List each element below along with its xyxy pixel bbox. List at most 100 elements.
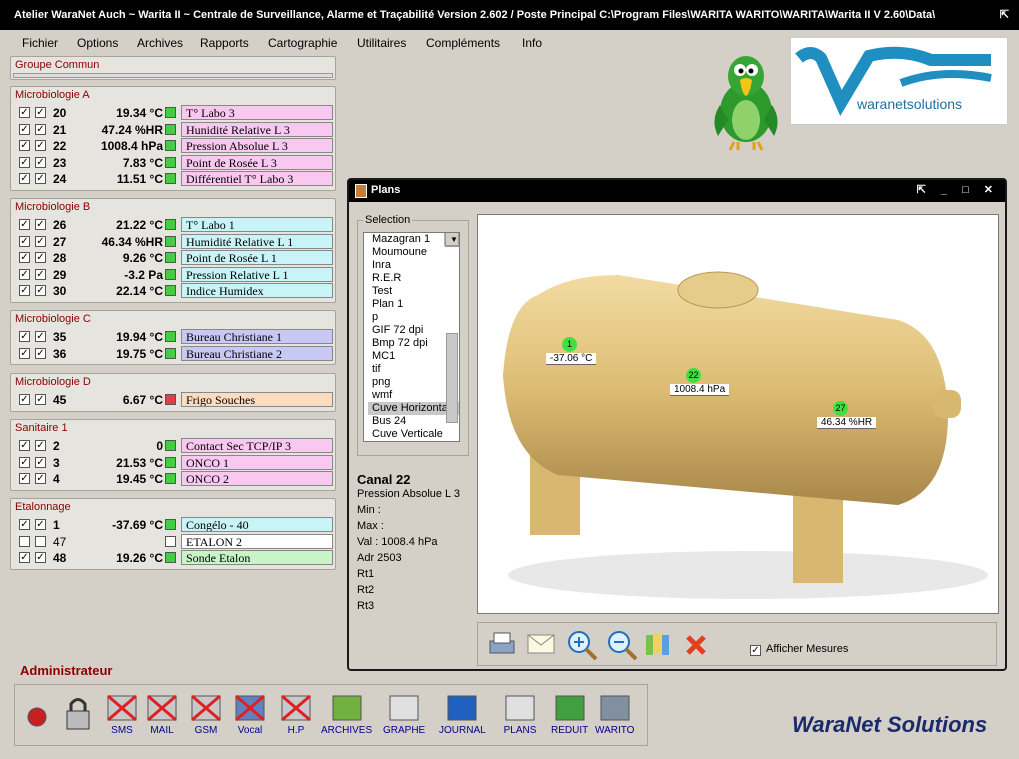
sensor-marker[interactable]: 1 [562,337,577,352]
toolbar-button-hp[interactable]: H.P [279,693,313,736]
menu-options[interactable]: Options [77,36,118,50]
enable-checkbox[interactable]: ✓ [19,173,30,185]
toolbar-button-mail[interactable]: MAIL [145,693,179,736]
alarm-checkbox[interactable]: ✓ [35,235,46,247]
sensor-label[interactable]: T° Labo 3 [181,105,333,120]
enable-checkbox[interactable]: ✓ [19,285,30,297]
sensor-label[interactable]: Point de Rosée L 3 [181,154,333,170]
enable-checkbox[interactable]: ✓ [19,440,30,451]
alarm-checkbox[interactable]: ✓ [35,456,46,468]
alarm-checkbox[interactable]: ✓ [35,156,46,168]
enable-checkbox[interactable]: ✓ [19,456,30,468]
mail-icon[interactable] [526,633,556,655]
padlock-icon[interactable] [63,695,93,731]
enable-checkbox[interactable]: ✓ [19,473,30,485]
menu-complements[interactable]: Compléments [426,36,500,50]
alarm-checkbox[interactable]: ✓ [35,173,46,185]
alarm-checkbox[interactable]: ✓ [35,473,46,485]
plan-list[interactable]: Mazagran 1 Moumoune Inra R.E.R Test Plan 1 p GI… [363,232,460,442]
resize-icon[interactable]: ⇱ [1000,8,1009,21]
enable-checkbox[interactable] [19,535,30,547]
plan-list-item[interactable]: p [368,311,459,324]
sensor-label[interactable]: Humidité Relative L 1 [181,233,333,249]
alarm-checkbox[interactable]: ✓ [35,123,46,135]
alarm-checkbox[interactable]: ✓ [35,285,46,297]
menu-fichier[interactable]: Fichier [22,36,58,50]
enable-checkbox[interactable]: ✓ [19,219,30,230]
menu-cartographie[interactable]: Cartographie [268,36,337,50]
sensor-label[interactable]: Bureau Christiane 2 [181,345,333,361]
plan-list-item[interactable]: R.E.R [368,272,459,285]
enable-checkbox[interactable]: ✓ [19,394,30,405]
zoom-out-icon[interactable] [606,629,638,661]
sensor-label[interactable]: ETALON 2 [181,533,333,549]
sensor-label[interactable]: Sonde Etalon [181,550,333,566]
enable-checkbox[interactable]: ✓ [19,140,30,152]
sensor-label[interactable]: Point de Rosée L 1 [181,250,333,266]
sensor-label[interactable]: Différentiel T° Labo 3 [181,171,333,187]
sensor-label[interactable]: ONCO 2 [181,471,333,487]
enable-checkbox[interactable]: ✓ [19,252,30,264]
enable-checkbox[interactable]: ✓ [19,268,30,280]
toolbar-button-reduit[interactable]: REDUIT [551,693,588,736]
menu-rapports[interactable]: Rapports [200,36,249,50]
toolbar-button-warito[interactable]: WARITO [595,693,634,736]
sensor-label[interactable]: Frigo Souches [181,392,333,407]
toolbar-button-journal[interactable]: JOURNAL [439,693,486,736]
toolbar-button-graphe[interactable]: GRAPHE [383,693,425,736]
show-measures-checkbox[interactable]: ✓ [750,645,761,656]
sensor-label[interactable]: Congélo - 40 [181,517,333,532]
plan-list-item[interactable]: Cuve Verticale [368,428,459,441]
enable-checkbox[interactable]: ✓ [19,107,30,118]
alarm-checkbox[interactable]: ✓ [35,140,46,152]
enable-checkbox[interactable]: ✓ [19,156,30,168]
alarm-checkbox[interactable] [35,535,46,547]
close-plan-icon[interactable] [684,633,708,657]
alarm-checkbox[interactable]: ✓ [35,268,46,280]
plans-window-controls[interactable]: ⇱ _ □ ✕ [917,183,999,196]
sensor-label[interactable]: Pression Absolue L 3 [181,138,333,154]
map-icon[interactable] [644,631,672,657]
alarm-checkbox[interactable]: ✓ [35,552,46,564]
sensor-label[interactable]: T° Labo 1 [181,217,333,232]
sensor-marker[interactable]: 27 [833,401,848,416]
alarm-checkbox[interactable]: ✓ [35,107,46,118]
toolbar-button-vocal[interactable]: Vocal [233,693,267,736]
toolbar-button-gsm[interactable]: GSM [189,693,223,736]
sensor-label[interactable]: Pression Relative L 1 [181,266,333,282]
enable-checkbox[interactable]: ✓ [19,519,30,530]
alarm-checkbox[interactable]: ✓ [35,440,46,451]
alarm-checkbox[interactable]: ✓ [35,519,46,530]
alarm-checkbox[interactable]: ✓ [35,219,46,230]
sensor-marker[interactable]: 22 [686,368,701,383]
alarm-checkbox[interactable]: ✓ [35,331,46,342]
sensor-label[interactable]: Hunidité Relative L 3 [181,121,333,137]
toolbar-button-plans[interactable]: PLANS [503,693,537,736]
enable-checkbox[interactable]: ✓ [19,552,30,564]
sensor-label[interactable]: ONCO 1 [181,454,333,470]
plan-list-item[interactable]: Moumoune [368,246,459,259]
enable-checkbox[interactable]: ✓ [19,123,30,135]
plan-list-item[interactable]: Test [368,285,459,298]
alarm-checkbox[interactable]: ✓ [35,394,46,405]
toolbar-button-sms[interactable]: SMS [105,693,139,736]
alarm-checkbox[interactable]: ✓ [35,252,46,264]
sensor-label[interactable]: Bureau Christiane 1 [181,329,333,344]
menu-utilitaires[interactable]: Utilitaires [357,36,406,50]
print-icon[interactable] [486,631,516,657]
plan-canvas[interactable]: 1 -37.06 °C 22 1008.4 hPa 27 46.34 %HR [477,214,999,614]
plan-list-item[interactable]: Inra [368,259,459,272]
menu-archives[interactable]: Archives [137,36,183,50]
menu-info[interactable]: Info [522,36,542,50]
enable-checkbox[interactable]: ✓ [19,347,30,359]
sensor-label[interactable]: Contact Sec TCP/IP 3 [181,438,333,453]
zoom-in-icon[interactable] [566,629,598,661]
enable-checkbox[interactable]: ✓ [19,331,30,342]
sensor-label[interactable]: Indice Humidex [181,283,333,299]
alarm-light-icon[interactable] [25,705,49,729]
alarm-checkbox[interactable]: ✓ [35,347,46,359]
plan-list-scrollbar[interactable]: ▲ ▼ [444,233,459,423]
plan-list-item[interactable]: Plan 1 [368,298,459,311]
toolbar-button-archives[interactable]: ARCHIVES [321,693,372,736]
enable-checkbox[interactable]: ✓ [19,235,30,247]
